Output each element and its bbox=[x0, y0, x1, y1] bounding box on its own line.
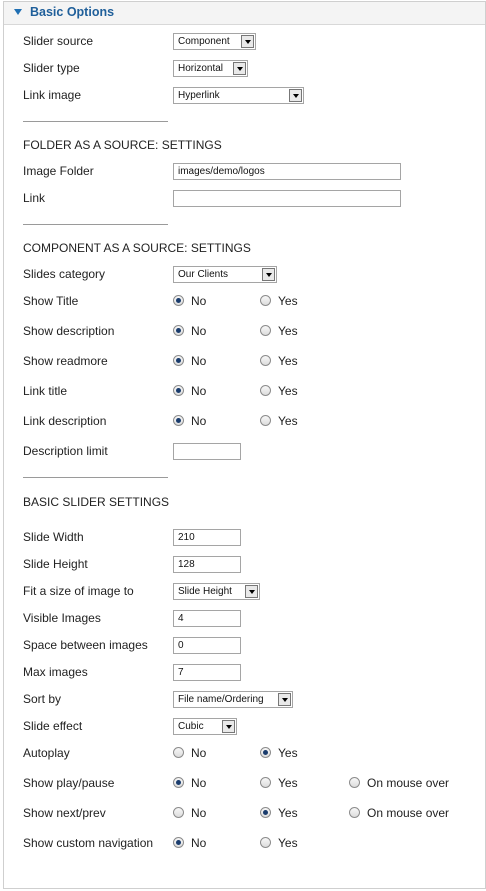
dropdown-arrow-icon bbox=[233, 62, 246, 75]
show-play-pause-mouseover-label[interactable]: On mouse over bbox=[367, 776, 449, 790]
visible-images-label: Visible Images bbox=[23, 611, 101, 625]
panel-header[interactable]: Basic Options bbox=[4, 2, 485, 25]
show-description-no-radio[interactable] bbox=[173, 325, 184, 336]
space-between-label: Space between images bbox=[23, 638, 148, 652]
link-image-select[interactable]: Hyperlink bbox=[173, 87, 304, 104]
link-description-yes-label[interactable]: Yes bbox=[278, 414, 298, 428]
fit-size-label: Fit a size of image to bbox=[23, 584, 134, 598]
autoplay-label: Autoplay bbox=[23, 746, 70, 760]
slide-width-input[interactable]: 210 bbox=[173, 529, 241, 546]
show-description-label: Show description bbox=[23, 324, 115, 338]
separator bbox=[23, 224, 168, 225]
dropdown-arrow-icon bbox=[245, 585, 258, 598]
show-custom-navigation-yes-radio[interactable] bbox=[260, 837, 271, 848]
dropdown-arrow-icon bbox=[241, 35, 254, 48]
image-folder-label: Image Folder bbox=[23, 164, 94, 178]
show-title-yes-radio[interactable] bbox=[260, 295, 271, 306]
show-readmore-label: Show readmore bbox=[23, 354, 108, 368]
show-next-prev-mouseover-radio[interactable] bbox=[349, 807, 360, 818]
fit-size-select[interactable]: Slide Height bbox=[173, 583, 260, 600]
separator bbox=[23, 121, 168, 122]
link-title-yes-label[interactable]: Yes bbox=[278, 384, 298, 398]
dropdown-arrow-icon bbox=[262, 268, 275, 281]
autoplay-no-label[interactable]: No bbox=[191, 746, 206, 760]
panel-title[interactable]: Basic Options bbox=[30, 5, 114, 19]
separator bbox=[23, 477, 168, 478]
show-custom-navigation-no-label[interactable]: No bbox=[191, 836, 206, 850]
show-next-prev-no-radio[interactable] bbox=[173, 807, 184, 818]
max-images-label: Max images bbox=[23, 665, 88, 679]
sort-by-label: Sort by bbox=[23, 692, 62, 706]
autoplay-no-radio[interactable] bbox=[173, 747, 184, 758]
link-image-label: Link image bbox=[23, 88, 82, 102]
slide-effect-label: Slide effect bbox=[23, 719, 83, 733]
description-limit-input[interactable] bbox=[173, 443, 241, 460]
component-section-title: COMPONENT AS A SOURCE: SETTINGS bbox=[23, 241, 251, 255]
visible-images-input[interactable]: 4 bbox=[173, 610, 241, 627]
link-description-yes-radio[interactable] bbox=[260, 415, 271, 426]
slider-type-label: Slider type bbox=[23, 61, 80, 75]
slide-height-label: Slide Height bbox=[23, 557, 88, 571]
show-next-prev-yes-label[interactable]: Yes bbox=[278, 806, 298, 820]
slider-source-select[interactable]: Component bbox=[173, 33, 256, 50]
show-next-prev-yes-radio[interactable] bbox=[260, 807, 271, 818]
show-next-prev-no-label[interactable]: No bbox=[191, 806, 206, 820]
show-custom-navigation-label: Show custom navigation bbox=[23, 836, 154, 850]
show-custom-navigation-no-radio[interactable] bbox=[173, 837, 184, 848]
slides-category-label: Slides category bbox=[23, 267, 106, 281]
sort-by-select[interactable]: File name/Ordering bbox=[173, 691, 293, 708]
link-description-no-radio[interactable] bbox=[173, 415, 184, 426]
description-limit-label: Description limit bbox=[23, 444, 108, 458]
show-title-no-label[interactable]: No bbox=[191, 294, 206, 308]
show-play-pause-label: Show play/pause bbox=[23, 776, 115, 790]
slides-category-select[interactable]: Our Clients bbox=[173, 266, 277, 283]
link-title-no-label[interactable]: No bbox=[191, 384, 206, 398]
show-play-pause-mouseover-radio[interactable] bbox=[349, 777, 360, 788]
show-readmore-no-radio[interactable] bbox=[173, 355, 184, 366]
autoplay-yes-radio[interactable] bbox=[260, 747, 271, 758]
show-play-pause-yes-radio[interactable] bbox=[260, 777, 271, 788]
show-title-no-radio[interactable] bbox=[173, 295, 184, 306]
max-images-input[interactable]: 7 bbox=[173, 664, 241, 681]
space-between-input[interactable]: 0 bbox=[173, 637, 241, 654]
show-next-prev-mouseover-label[interactable]: On mouse over bbox=[367, 806, 449, 820]
show-next-prev-label: Show next/prev bbox=[23, 806, 106, 820]
link-description-label: Link description bbox=[23, 414, 107, 428]
autoplay-yes-label[interactable]: Yes bbox=[278, 746, 298, 760]
dropdown-arrow-icon bbox=[222, 720, 235, 733]
show-title-label: Show Title bbox=[23, 294, 79, 308]
show-readmore-yes-radio[interactable] bbox=[260, 355, 271, 366]
slide-effect-select[interactable]: Cubic bbox=[173, 718, 237, 735]
collapse-arrow-icon[interactable] bbox=[14, 9, 22, 15]
slide-width-label: Slide Width bbox=[23, 530, 84, 544]
dropdown-arrow-icon bbox=[289, 89, 302, 102]
show-title-yes-label[interactable]: Yes bbox=[278, 294, 298, 308]
show-description-yes-label[interactable]: Yes bbox=[278, 324, 298, 338]
show-play-pause-no-label[interactable]: No bbox=[191, 776, 206, 790]
slider-source-label: Slider source bbox=[23, 34, 94, 48]
show-description-yes-radio[interactable] bbox=[260, 325, 271, 336]
show-readmore-no-label[interactable]: No bbox=[191, 354, 206, 368]
link-title-no-radio[interactable] bbox=[173, 385, 184, 396]
link-title-yes-radio[interactable] bbox=[260, 385, 271, 396]
link-input[interactable] bbox=[173, 190, 401, 207]
show-play-pause-yes-label[interactable]: Yes bbox=[278, 776, 298, 790]
folder-section-title: FOLDER AS A SOURCE: SETTINGS bbox=[23, 138, 222, 152]
show-description-no-label[interactable]: No bbox=[191, 324, 206, 338]
slider-type-select[interactable]: Horizontal bbox=[173, 60, 248, 77]
link-description-no-label[interactable]: No bbox=[191, 414, 206, 428]
show-custom-navigation-yes-label[interactable]: Yes bbox=[278, 836, 298, 850]
dropdown-arrow-icon bbox=[278, 693, 291, 706]
link-label: Link bbox=[23, 191, 46, 205]
show-play-pause-no-radio[interactable] bbox=[173, 777, 184, 788]
slider-section-title: BASIC SLIDER SETTINGS bbox=[23, 495, 170, 509]
link-title-label: Link title bbox=[23, 384, 68, 398]
image-folder-input[interactable]: images/demo/logos bbox=[173, 163, 401, 180]
slide-height-input[interactable]: 128 bbox=[173, 556, 241, 573]
show-readmore-yes-label[interactable]: Yes bbox=[278, 354, 298, 368]
